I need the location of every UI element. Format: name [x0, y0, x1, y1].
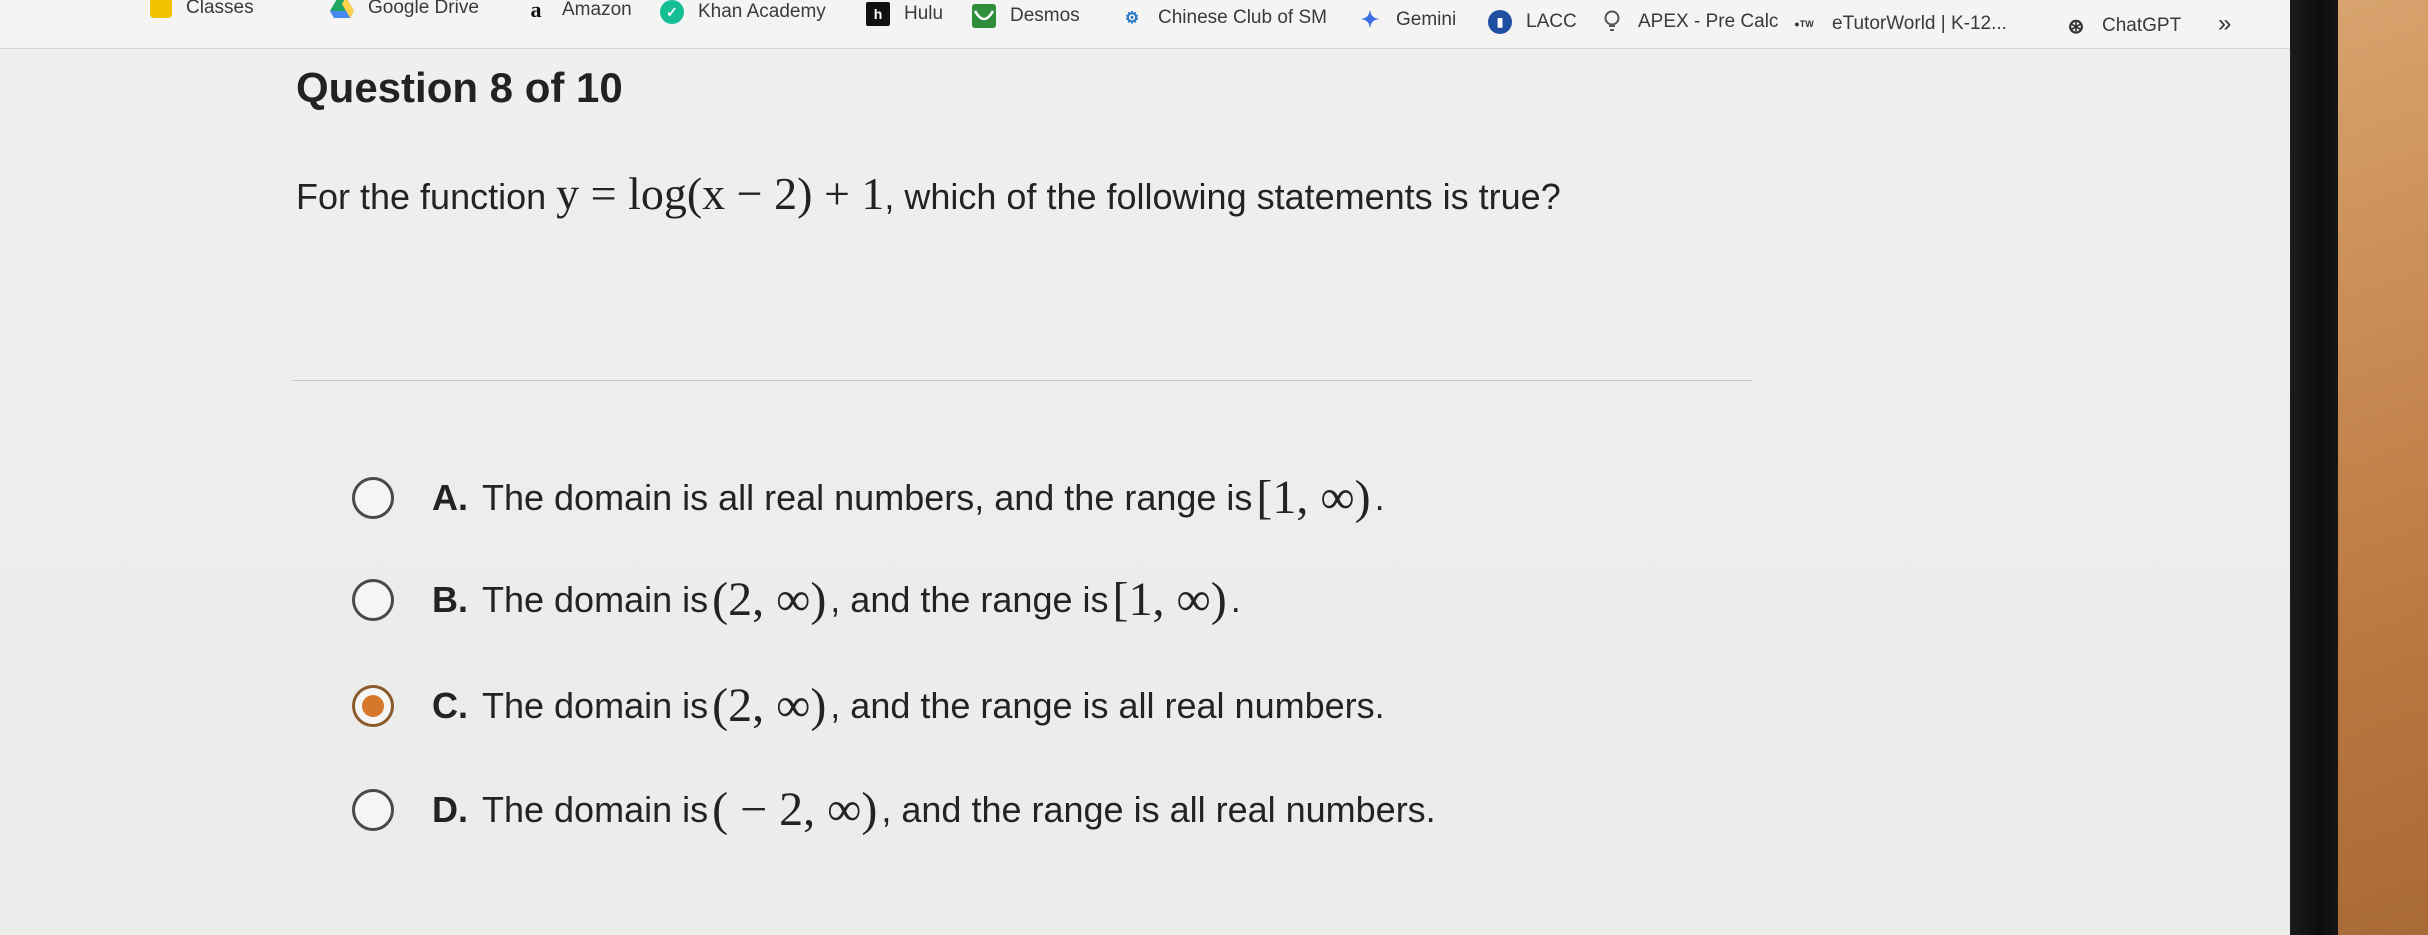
option-math: (2, ∞)	[712, 573, 827, 626]
question-prompt: For the function y = log(x − 2) + 1, whi…	[296, 170, 1756, 221]
classes-icon	[150, 0, 172, 18]
desmos-icon	[972, 4, 996, 28]
bookmark-desmos[interactable]: Desmos	[972, 0, 1080, 34]
option-letter: A.	[432, 476, 468, 518]
bookmark-classes[interactable]: Classes	[150, 0, 254, 26]
option-letter: D.	[432, 788, 468, 830]
chatgpt-icon: ⊛	[2067, 15, 2085, 38]
answer-option-b[interactable]: B. The domain is (2, ∞), and the range i…	[352, 572, 1241, 627]
option-math: ( − 2, ∞)	[712, 783, 878, 836]
apex-icon	[1600, 10, 1624, 34]
option-text: , and the range is all real numbers.	[830, 684, 1385, 726]
option-math: [1, ∞)	[1256, 471, 1371, 524]
option-text: The domain is all real numbers, and the …	[482, 476, 1253, 518]
etutorworld-icon: ●TW	[1794, 19, 1814, 29]
desk-background	[2338, 0, 2428, 935]
radio-option-d[interactable]	[352, 788, 394, 831]
option-text: The domain is	[482, 788, 709, 830]
bookmarks-bar: Classes Google Drive a Amazon ✓ Khan Aca…	[0, 0, 2290, 49]
amazon-icon: a	[530, 0, 542, 22]
option-letter: C.	[432, 684, 468, 726]
prompt-text-after: , which of the following statements is t…	[884, 176, 1561, 217]
bookmark-khan-academy[interactable]: ✓ Khan Academy	[660, 0, 826, 30]
option-text: , and the range is	[830, 578, 1109, 620]
option-math: [1, ∞)	[1112, 573, 1227, 626]
answer-option-c[interactable]: C. The domain is (2, ∞), and the range i…	[352, 678, 1385, 733]
monitor-bezel	[2290, 0, 2338, 935]
lacc-icon: ▮	[1488, 10, 1512, 34]
question-number-heading: Question 8 of 10	[296, 64, 623, 111]
gemini-icon: ✦	[1360, 7, 1380, 32]
option-text: The domain is	[482, 578, 709, 620]
radio-option-a[interactable]	[352, 476, 394, 519]
google-drive-icon	[330, 0, 354, 20]
prompt-text-before: For the function	[296, 176, 557, 217]
khan-academy-icon: ✓	[660, 0, 684, 24]
option-text: , and the range is all real numbers.	[881, 788, 1436, 830]
bookmarks-overflow-chevron-icon[interactable]: »	[2218, 10, 2231, 38]
bookmark-amazon[interactable]: a Amazon	[524, 0, 632, 28]
option-text: The domain is	[482, 684, 709, 726]
bookmark-lacc[interactable]: ▮ LACC	[1488, 4, 1577, 40]
radio-option-c[interactable]	[352, 684, 394, 727]
chinese-club-icon: ⚙	[1124, 10, 1140, 27]
answer-option-a[interactable]: A. The domain is all real numbers, and t…	[352, 470, 1385, 525]
bookmark-chinese-club[interactable]: ⚙ Chinese Club of SM	[1120, 0, 1327, 36]
bookmark-google-drive[interactable]: Google Drive	[330, 0, 479, 26]
option-letter: B.	[432, 578, 468, 620]
answer-option-d[interactable]: D. The domain is ( − 2, ∞), and the rang…	[352, 782, 1436, 837]
radio-option-b[interactable]	[352, 578, 394, 621]
option-text: .	[1374, 476, 1385, 518]
bookmark-chatgpt[interactable]: ⊛ ChatGPT	[2064, 8, 2182, 44]
option-text: .	[1230, 578, 1241, 620]
option-math: (2, ∞)	[712, 679, 827, 732]
bookmark-gemini[interactable]: ✦ Gemini	[1358, 2, 1456, 38]
question-divider	[292, 380, 1752, 381]
bookmark-etutorworld[interactable]: ●TW eTutorWorld | K-12...	[1790, 6, 2007, 42]
hulu-icon: h	[866, 2, 890, 26]
function-expression: y = log(x − 2) + 1	[556, 168, 885, 219]
bookmark-hulu[interactable]: h Hulu	[866, 0, 943, 32]
bookmark-apex[interactable]: APEX - Pre Calc	[1600, 4, 1778, 40]
